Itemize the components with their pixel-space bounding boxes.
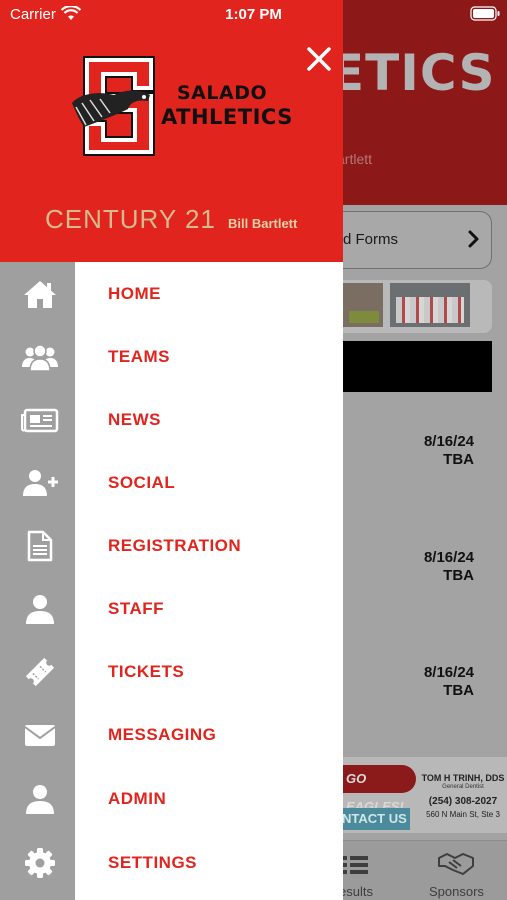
background-forms-label: d Forms <box>343 231 399 248</box>
menu-item-label: REGISTRATION <box>108 536 242 555</box>
event-date: 8/16/24 <box>423 664 474 681</box>
admin-person-icon <box>26 785 54 814</box>
menu-item-label: SETTINGS <box>108 853 198 872</box>
handshake-icon <box>438 853 474 875</box>
background-event[interactable]: 8/16/24 TBA <box>424 549 474 585</box>
background-event[interactable]: 8/16/24 TBA <box>424 433 474 469</box>
background-photo[interactable] <box>390 283 470 327</box>
status-bar: Carrier 1:07 PM <box>0 0 507 28</box>
ad-doctor-name: TOM H TRINH, DDS <box>421 773 505 783</box>
side-drawer: SALADO ATHLETICS CENTURY 21 Bill Bartlet… <box>0 0 343 900</box>
list-icon <box>342 856 368 874</box>
menu-item-registration[interactable]: REGISTRATION <box>0 514 343 577</box>
menu-item-settings[interactable]: SETTINGS <box>0 831 343 894</box>
menu-item-social[interactable]: SOCIAL <box>0 451 343 514</box>
menu-item-label: NEWS <box>108 410 161 429</box>
logo-text-line2: ATHLETICS <box>161 105 293 129</box>
close-icon[interactable] <box>300 40 338 78</box>
menu-item-label: TICKETS <box>108 662 185 681</box>
menu-item-label: MESSAGING <box>108 725 217 744</box>
background-photo[interactable] <box>343 283 383 327</box>
sponsor-agent-name: Bill Bartlett <box>228 216 298 231</box>
event-time: TBA <box>443 451 474 468</box>
event-date: 8/16/24 <box>423 433 474 450</box>
menu-item-home[interactable]: HOME <box>0 262 343 325</box>
menu-item-label: STAFF <box>108 599 165 618</box>
gear-icon <box>25 848 55 878</box>
menu-item-staff[interactable]: STAFF <box>0 577 343 640</box>
menu-item-label: ADMIN <box>108 789 167 808</box>
event-date: 8/16/24 <box>423 549 474 566</box>
logo-text-line1: SALADO <box>177 82 268 104</box>
battery-icon <box>470 6 500 21</box>
document-icon <box>27 530 53 562</box>
ad-specialty: General Dentist <box>442 784 484 790</box>
ad-address: 560 N Main St, Ste 3 <box>426 810 500 819</box>
drawer-header: SALADO ATHLETICS CENTURY 21 Bill Bartlet… <box>0 0 343 262</box>
tab-results-label[interactable]: esults <box>339 884 373 899</box>
status-time: 1:07 PM <box>225 6 282 23</box>
ad-contact-button: NTACT US <box>340 808 410 830</box>
menu-item-news[interactable]: NEWS <box>0 388 343 451</box>
menu-item-label: SOCIAL <box>108 473 176 492</box>
add-user-icon <box>23 470 58 496</box>
background-event[interactable]: 8/16/24 TBA <box>424 664 474 700</box>
group-icon <box>22 344 58 372</box>
envelope-icon <box>24 725 56 746</box>
tab-sponsors-label[interactable]: Sponsors <box>429 884 484 899</box>
ad-phone: (254) 308-2027 <box>428 796 498 807</box>
chevron-right-icon <box>468 230 479 248</box>
ad-slogan: GO EAGLES! <box>340 765 416 814</box>
event-time: TBA <box>443 682 474 699</box>
person-icon <box>26 595 54 624</box>
menu-item-tickets[interactable]: TICKETS <box>0 640 343 703</box>
ticket-icon <box>25 657 55 687</box>
home-icon <box>24 281 56 308</box>
sponsor-brand[interactable]: CENTURY 21 <box>45 204 216 235</box>
menu-item-admin[interactable]: ADMIN <box>0 767 343 830</box>
menu-item-label: TEAMS <box>108 347 170 366</box>
background-banner <box>320 341 492 392</box>
newspaper-icon <box>21 408 59 433</box>
menu-item-messaging[interactable]: MESSAGING <box>0 703 343 766</box>
menu-item-label: HOME <box>108 284 161 303</box>
menu-item-teams[interactable]: TEAMS <box>0 325 343 388</box>
event-time: TBA <box>443 567 474 584</box>
background-title: ETICS <box>330 44 496 102</box>
